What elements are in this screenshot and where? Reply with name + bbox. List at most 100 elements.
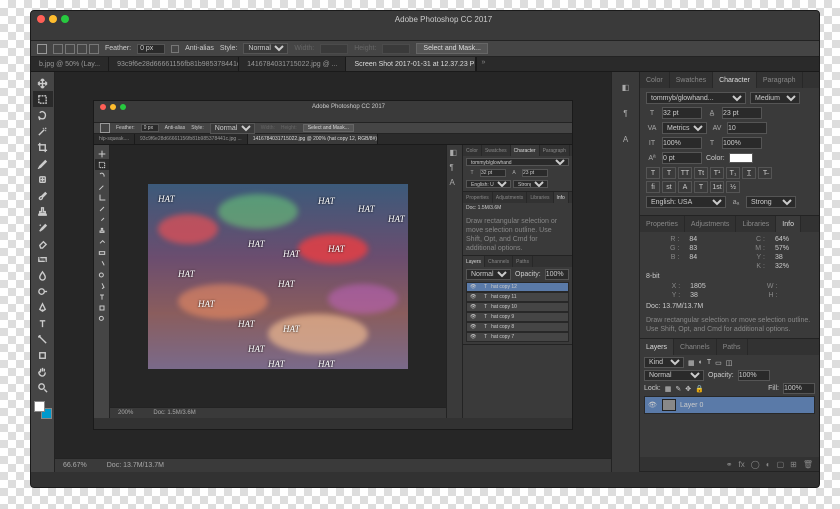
- blur-tool-icon[interactable]: [33, 267, 53, 283]
- allcaps-button[interactable]: TT: [678, 167, 692, 179]
- swatches-tab[interactable]: Swatches: [670, 72, 713, 88]
- path-tool-icon[interactable]: [33, 331, 53, 347]
- zoom-value[interactable]: 66.67%: [63, 462, 87, 469]
- filter-shape-icon[interactable]: ▭: [715, 359, 722, 367]
- eraser-tool-icon[interactable]: [33, 235, 53, 251]
- tab-overflow-icon[interactable]: »: [476, 57, 489, 71]
- eyedropper-tool-icon[interactable]: [33, 155, 53, 171]
- paragraph-tab[interactable]: Paragraph: [757, 72, 803, 88]
- doc-tab[interactable]: b.jpg @ 50% (Lay...: [31, 57, 109, 71]
- channels-tab[interactable]: Channels: [674, 339, 717, 355]
- style-select[interactable]: Normal: [243, 43, 288, 54]
- opentype-button[interactable]: A: [678, 181, 692, 193]
- wand-tool-icon[interactable]: [33, 123, 53, 139]
- paths-tab[interactable]: Paths: [717, 339, 748, 355]
- selection-mode-icons[interactable]: [53, 44, 99, 54]
- strike-button[interactable]: T̶: [758, 167, 772, 179]
- fx-icon[interactable]: fx: [739, 460, 745, 469]
- layer-row[interactable]: 👁 Layer 0: [644, 396, 815, 414]
- text-color-swatch[interactable]: [729, 153, 753, 163]
- tracking-input[interactable]: [727, 122, 767, 134]
- antialias-checkbox[interactable]: [171, 45, 179, 53]
- layer-thumbnail[interactable]: [662, 399, 676, 411]
- layers-tab[interactable]: Layers: [640, 339, 674, 355]
- stamp-tool-icon[interactable]: [33, 203, 53, 219]
- italic-button[interactable]: T: [662, 167, 676, 179]
- paragraph-panel-icon[interactable]: ¶: [617, 104, 635, 122]
- bold-button[interactable]: T: [646, 167, 660, 179]
- trash-icon[interactable]: 🗑: [803, 460, 813, 469]
- opacity-input[interactable]: [738, 370, 770, 381]
- zoom-tool-icon[interactable]: [33, 379, 53, 395]
- font-size-input[interactable]: [662, 107, 702, 119]
- superscript-button[interactable]: T¹: [710, 167, 724, 179]
- minimize-icon[interactable]: [49, 15, 57, 23]
- fg-color-icon[interactable]: [34, 401, 45, 412]
- mask-icon[interactable]: ◯: [751, 460, 760, 469]
- subscript-button[interactable]: T₁: [726, 167, 740, 179]
- layer-kind-select[interactable]: Kind: [644, 357, 684, 368]
- opentype-button[interactable]: fi: [646, 181, 660, 193]
- group-icon[interactable]: ▢: [777, 460, 785, 469]
- add-selection-icon[interactable]: [65, 44, 75, 54]
- color-swatches[interactable]: [34, 401, 52, 419]
- hscale-input[interactable]: [722, 137, 762, 149]
- lang-select[interactable]: English: USA: [646, 196, 726, 208]
- canvas[interactable]: Adobe Photoshop CC 2017 Feather: Anti-al…: [55, 72, 611, 458]
- heal-tool-icon[interactable]: [33, 171, 53, 187]
- move-tool-icon[interactable]: [33, 75, 53, 91]
- properties-tab[interactable]: Properties: [640, 216, 685, 232]
- font-select[interactable]: tommyb/glowhand...: [646, 92, 746, 104]
- lock-all-icon[interactable]: 🔒: [695, 385, 704, 393]
- glyphs-panel-icon[interactable]: A: [617, 130, 635, 148]
- fill-input[interactable]: [783, 383, 815, 394]
- filter-type-icon[interactable]: T: [707, 359, 711, 366]
- marquee-preset-icon[interactable]: [37, 44, 47, 54]
- lock-pos-icon[interactable]: ✥: [685, 385, 691, 393]
- doc-tab-active[interactable]: Screen Shot 2017-01-31 at 12.37.23 PM.pn…: [346, 57, 476, 71]
- type-tool-icon[interactable]: [33, 315, 53, 331]
- new-layer-icon[interactable]: ⊞: [790, 460, 797, 469]
- opentype-button[interactable]: ½: [726, 181, 740, 193]
- close-icon[interactable]: [37, 15, 45, 23]
- filter-adj-icon[interactable]: ◐: [699, 359, 703, 366]
- baseline-input[interactable]: [662, 152, 702, 164]
- opentype-button[interactable]: 1st: [710, 181, 724, 193]
- font-style-select[interactable]: Medium: [750, 92, 800, 104]
- intersect-selection-icon[interactable]: [89, 44, 99, 54]
- subtract-selection-icon[interactable]: [77, 44, 87, 54]
- libraries-tab[interactable]: Libraries: [736, 216, 776, 232]
- zoom-icon[interactable]: [61, 15, 69, 23]
- leading-input[interactable]: [722, 107, 762, 119]
- underline-button[interactable]: T̲: [742, 167, 756, 179]
- menubar[interactable]: [31, 27, 819, 41]
- info-tab[interactable]: Info: [776, 216, 801, 232]
- gradient-tool-icon[interactable]: [33, 251, 53, 267]
- pen-tool-icon[interactable]: [33, 299, 53, 315]
- doc-tab[interactable]: 1416784031715022.jpg @ ...: [239, 57, 346, 71]
- opentype-button[interactable]: T: [694, 181, 708, 193]
- filter-smart-icon[interactable]: ◫: [726, 359, 733, 367]
- marquee-tool-icon[interactable]: [33, 91, 53, 107]
- color-tab[interactable]: Color: [640, 72, 670, 88]
- hand-tool-icon[interactable]: [33, 363, 53, 379]
- opentype-button[interactable]: st: [662, 181, 676, 193]
- lasso-tool-icon[interactable]: [33, 107, 53, 123]
- history-brush-icon[interactable]: [33, 219, 53, 235]
- crop-tool-icon[interactable]: [33, 139, 53, 155]
- vscale-input[interactable]: [662, 137, 702, 149]
- filter-pixel-icon[interactable]: ▦: [688, 359, 695, 367]
- new-selection-icon[interactable]: [53, 44, 63, 54]
- doc-tab[interactable]: 93c9f6e28d66661156fb81b985378441c.jpg ..…: [109, 57, 239, 71]
- brush-tool-icon[interactable]: [33, 187, 53, 203]
- dodge-tool-icon[interactable]: [33, 283, 53, 299]
- antialias-select[interactable]: Strong: [746, 196, 796, 208]
- smallcaps-button[interactable]: Tt: [694, 167, 708, 179]
- feather-input[interactable]: [137, 44, 165, 54]
- blend-mode-select[interactable]: Normal: [644, 370, 704, 381]
- link-layers-icon[interactable]: ⚭: [726, 460, 733, 469]
- adjustments-tab[interactable]: Adjustments: [685, 216, 737, 232]
- select-and-mask-button[interactable]: Select and Mask...: [416, 43, 488, 54]
- history-panel-icon[interactable]: ◧: [617, 78, 635, 96]
- lock-trans-icon[interactable]: ▦: [665, 385, 672, 393]
